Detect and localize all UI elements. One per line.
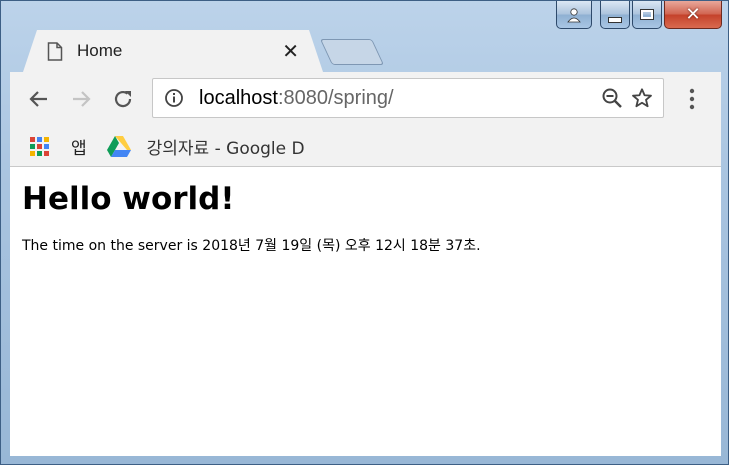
address-bar[interactable]: localhost:8080/spring/ [152,78,664,118]
bookmark-apps[interactable]: 앱 [22,134,87,159]
page-content: Hello world! The time on the server is 2… [10,167,721,456]
minimize-button[interactable] [600,1,630,29]
reload-button[interactable] [106,82,140,116]
document-icon [47,42,63,61]
reload-icon [114,90,132,108]
toolbar: localhost:8080/spring/ [10,72,721,126]
bookmark-apps-label: 앱 [71,138,87,159]
apps-grid-icon [30,136,49,156]
bookmark-google-drive[interactable]: 강의자료 - Google D [106,134,305,159]
new-tab-button[interactable] [319,39,385,65]
window-controls: ✕ [556,1,722,31]
bookmark-drive-label: 강의자료 - Google D [146,138,305,159]
maximize-button[interactable] [632,1,662,29]
browser-window: ✕ Home ✕ localhost:8080/spring/ 앱 강의자료 -… [0,0,729,465]
page-heading: Hello world! [22,181,235,217]
bookmarks-bar: 앱 강의자료 - Google D [10,126,721,167]
close-icon: ✕ [685,4,701,25]
minimize-icon [608,16,622,23]
close-window-button[interactable]: ✕ [664,1,722,29]
google-drive-icon [106,135,131,157]
zoom-icon[interactable] [597,87,627,109]
back-arrow-icon [29,91,47,107]
tab-title: Home [77,41,123,60]
forward-button[interactable] [64,82,98,116]
info-icon[interactable] [159,88,189,108]
more-vert-icon [689,88,695,110]
server-time-text: The time on the server is 2018년 7월 19일 (… [22,238,481,254]
url-path: :8080/spring/ [277,86,394,109]
forward-arrow-icon [73,91,91,107]
back-button[interactable] [22,82,56,116]
menu-button[interactable] [682,82,702,116]
bookmark-star-icon[interactable] [627,87,657,109]
tab-close-icon[interactable]: ✕ [282,39,299,63]
profile-button[interactable] [556,1,592,29]
maximize-icon [640,9,654,20]
tab-home[interactable]: Home ✕ [23,30,323,72]
profile-icon [567,7,581,22]
url-host: localhost [199,86,278,109]
url-text[interactable]: localhost:8080/spring/ [199,87,597,110]
